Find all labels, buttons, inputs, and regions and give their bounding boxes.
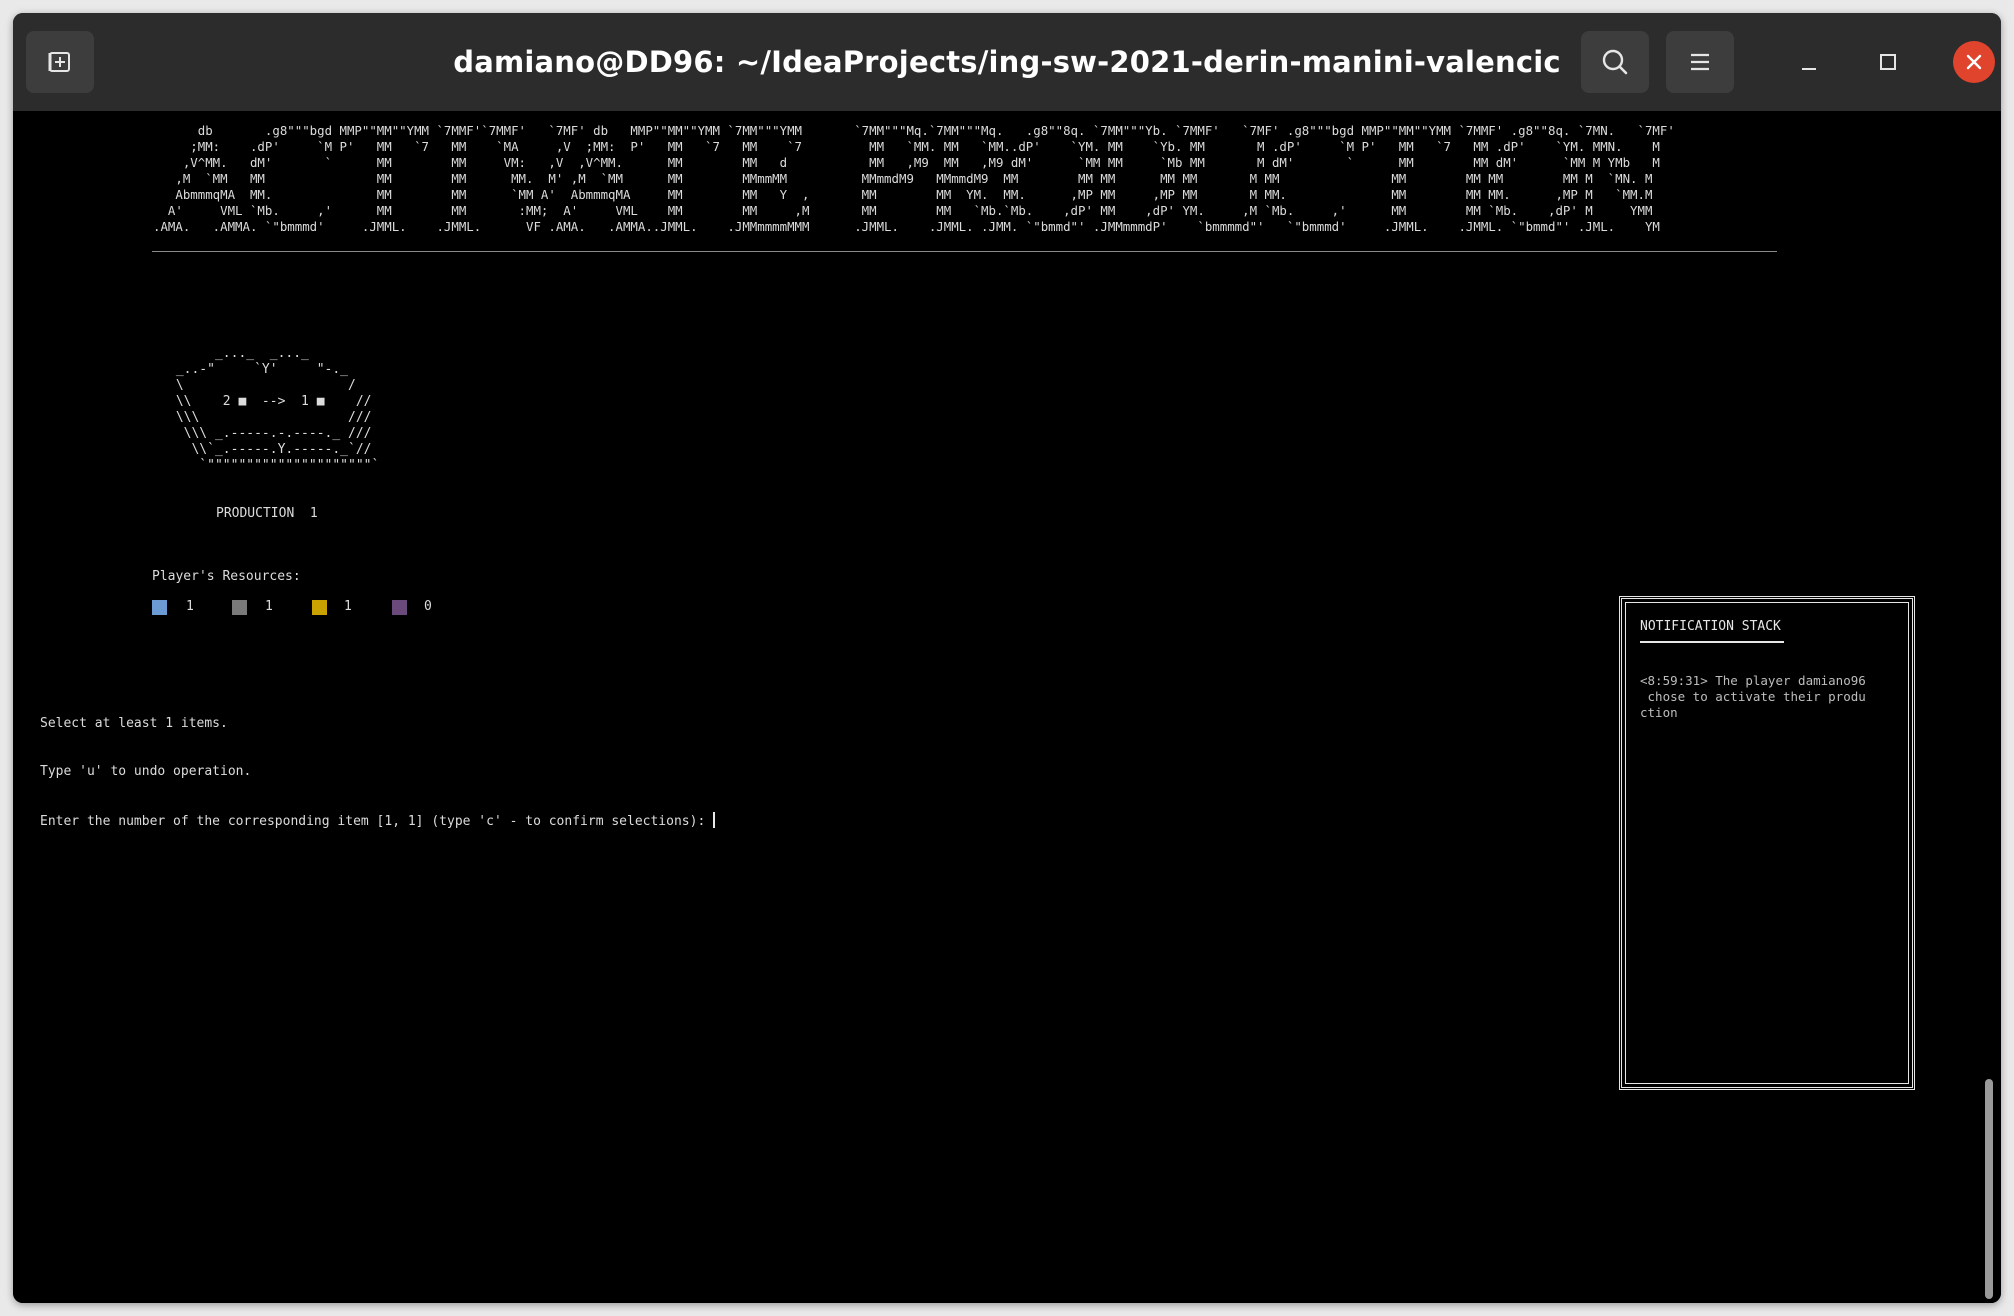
prompt-line: Type 'u' to undo operation. <box>40 764 252 779</box>
notification-title-underline <box>1640 641 1784 643</box>
notification-stack-panel: NOTIFICATION STACK <8:59:31> The player … <box>1619 596 1915 1090</box>
command-prompt[interactable]: Select at least 1 items. Type 'u' to und… <box>40 684 716 862</box>
search-button[interactable] <box>1581 31 1649 93</box>
new-tab-button[interactable] <box>26 31 94 93</box>
game-title-ascii-banner: db .g8"""bgd MMP""MM""YMM `7MMF'`7MMF' `… <box>153 123 1675 234</box>
close-button[interactable] <box>1953 41 1995 83</box>
new-tab-icon <box>48 52 70 72</box>
resource-swatch-blue <box>152 600 167 615</box>
minimize-icon <box>1802 68 1816 70</box>
resources-label: Player's Resources: <box>152 569 301 584</box>
text-cursor <box>713 812 716 828</box>
prompt-input-line[interactable]: Enter the number of the corresponding it… <box>40 812 716 830</box>
resource-count: 1 <box>265 599 273 614</box>
banner-divider <box>152 251 1777 252</box>
resource-swatch-purple <box>392 600 407 615</box>
menu-button[interactable] <box>1666 31 1734 93</box>
minimize-button[interactable] <box>1789 42 1829 82</box>
resource-count: 1 <box>344 599 352 614</box>
notification-message: <8:59:31> The player damiano96 chose to … <box>1640 673 1866 720</box>
notification-stack-title: NOTIFICATION STACK <box>1640 619 1781 634</box>
prompt-line: Select at least 1 items. <box>40 716 228 731</box>
scrollbar-thumb[interactable] <box>1985 1079 1993 1299</box>
terminal-output[interactable]: db .g8"""bgd MMP""MM""YMM `7MMF'`7MMF' `… <box>13 111 2001 1303</box>
resource-count: 0 <box>424 599 432 614</box>
resource-count: 1 <box>186 599 194 614</box>
prompt-line: Enter the number of the corresponding it… <box>40 814 714 829</box>
resource-swatch-gold <box>312 600 327 615</box>
title-bar: damiano@DD96: ~/IdeaProjects/ing-sw-2021… <box>13 13 2001 112</box>
terminal-window: damiano@DD96: ~/IdeaProjects/ing-sw-2021… <box>13 13 2001 1303</box>
search-icon <box>1602 49 1628 75</box>
production-card-ascii: _..._ _..._ _..-" `Y' "-._ \ / \\ 2 ■ --… <box>175 346 380 473</box>
resource-swatch-gray <box>232 600 247 615</box>
production-label: PRODUCTION 1 <box>216 506 318 521</box>
maximize-icon <box>1880 54 1896 70</box>
close-icon <box>1966 54 1982 70</box>
hamburger-menu-icon <box>1691 53 1709 71</box>
maximize-button[interactable] <box>1868 42 1908 82</box>
